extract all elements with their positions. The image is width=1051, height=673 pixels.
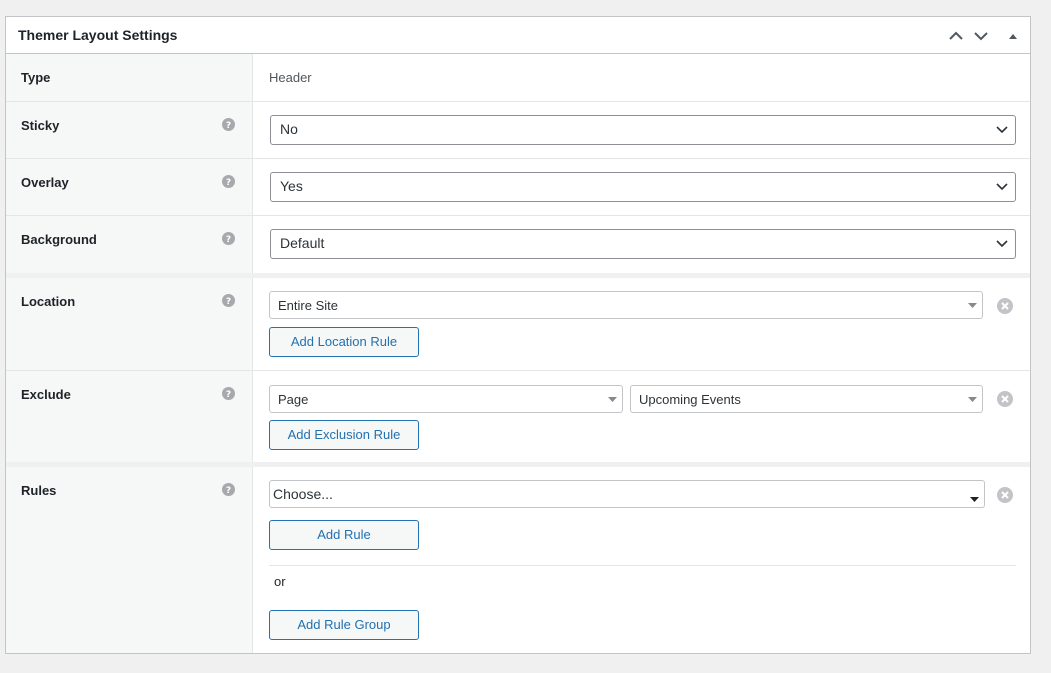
- rule-group-divider: [269, 565, 1016, 566]
- svg-text:?: ?: [226, 178, 231, 188]
- add-rule-button[interactable]: Add Rule: [269, 520, 419, 550]
- caret-down-icon: [968, 397, 977, 402]
- row-overlay: Overlay ? Yes: [6, 159, 1030, 216]
- sticky-label: Sticky: [21, 118, 60, 133]
- chevron-down-icon: [996, 126, 1008, 134]
- row-background: Background ? Default: [6, 216, 1030, 273]
- exclude-label: Exclude: [21, 387, 71, 402]
- add-exclusion-rule-button[interactable]: Add Exclusion Rule: [269, 420, 419, 450]
- row-sticky: Sticky ? No: [6, 102, 1030, 159]
- chevron-down-icon: [996, 183, 1008, 191]
- type-value: Header: [269, 70, 312, 85]
- caret-down-icon: [970, 497, 979, 502]
- svg-text:?: ?: [226, 486, 231, 496]
- exclude-type-select[interactable]: Page: [269, 385, 623, 413]
- row-location: Location ? Entire Site Add Location Rule: [6, 278, 1030, 371]
- add-rule-group-button[interactable]: Add Rule Group: [269, 610, 419, 640]
- background-select[interactable]: Default: [270, 229, 1016, 259]
- svg-text:?: ?: [226, 121, 231, 131]
- or-text: or: [274, 574, 286, 589]
- rules-label: Rules: [21, 483, 57, 498]
- toggle-panel-button[interactable]: [1003, 26, 1023, 46]
- background-label: Background: [21, 232, 97, 247]
- panel-header: Themer Layout Settings: [6, 17, 1030, 54]
- row-rules: Rules ? Choose... Add Rule or Add Rule G…: [6, 467, 1030, 653]
- type-label: Type: [21, 70, 51, 85]
- sticky-select[interactable]: No: [270, 115, 1016, 145]
- overlay-label: Overlay: [21, 175, 69, 190]
- themer-layout-settings-panel: Themer Layout Settings Type Header Stick…: [5, 16, 1031, 654]
- location-label: Location: [21, 294, 76, 309]
- remove-icon[interactable]: [997, 298, 1013, 314]
- rules-select[interactable]: Choose...: [269, 480, 985, 508]
- caret-down-icon: [968, 303, 977, 308]
- remove-icon[interactable]: [997, 487, 1013, 503]
- help-icon[interactable]: ?: [222, 232, 235, 245]
- svg-text:?: ?: [226, 390, 231, 400]
- chevron-down-icon: [996, 240, 1008, 248]
- help-icon[interactable]: ?: [222, 294, 235, 307]
- svg-text:?: ?: [226, 297, 231, 307]
- row-type: Type Header: [6, 54, 1030, 102]
- panel-title: Themer Layout Settings: [18, 27, 178, 43]
- help-icon[interactable]: ?: [222, 175, 235, 188]
- location-select[interactable]: Entire Site: [269, 291, 983, 319]
- exclude-item-select[interactable]: Upcoming Events: [630, 385, 983, 413]
- chevron-up-icon: [949, 31, 963, 40]
- row-exclude: Exclude ? Page Upcoming Events Add Exclu…: [6, 371, 1030, 462]
- caret-down-icon: [608, 397, 617, 402]
- chevron-down-icon: [974, 32, 988, 41]
- move-up-button[interactable]: [946, 26, 966, 46]
- move-down-button[interactable]: [971, 26, 991, 46]
- help-icon[interactable]: ?: [222, 483, 235, 496]
- svg-text:?: ?: [226, 235, 231, 245]
- triangle-up-icon: [1009, 34, 1017, 39]
- help-icon[interactable]: ?: [222, 118, 235, 131]
- help-icon[interactable]: ?: [222, 387, 235, 400]
- remove-icon[interactable]: [997, 391, 1013, 407]
- overlay-select[interactable]: Yes: [270, 172, 1016, 202]
- add-location-rule-button[interactable]: Add Location Rule: [269, 327, 419, 357]
